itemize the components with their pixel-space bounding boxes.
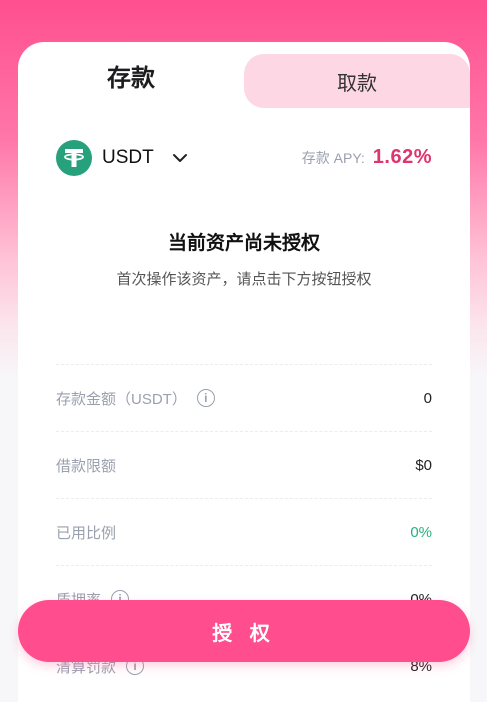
tab-deposit-label: 存款 [107, 64, 155, 92]
info-value: $0 [415, 456, 432, 474]
info-value: 0% [410, 523, 432, 541]
asset-selector[interactable]: USDT [56, 140, 188, 176]
info-icon[interactable]: i [196, 389, 215, 407]
deposit-apy: 存款 APY: 1.62% [302, 146, 432, 169]
chevron-down-icon [172, 150, 188, 166]
apy-label: 存款 APY: [301, 150, 365, 166]
authorization-notice-title: 当前资产尚未授权 [167, 233, 320, 254]
info-label: 存款金额（USDT） [56, 390, 187, 408]
tether-icon [56, 140, 92, 176]
apy-value: 1.62% [372, 146, 432, 168]
tab-withdraw-label: 取款 [337, 72, 377, 95]
info-label: 借款限额 [56, 457, 117, 475]
info-row-used-ratio: 已用比例 0% [56, 520, 432, 544]
divider [56, 498, 432, 499]
info-row-borrow-limit: 借款限额 $0 [56, 453, 432, 477]
asset-symbol: USDT [102, 147, 154, 168]
authorize-button-label: 授 权 [212, 622, 276, 645]
tab-deposit[interactable]: 存款 [18, 42, 244, 108]
authorization-notice-subtitle: 首次操作该资产，请点击下方按钮授权 [116, 271, 372, 288]
authorize-button[interactable]: 授 权 [18, 600, 470, 662]
info-value: 0 [423, 389, 432, 407]
divider [56, 431, 432, 432]
divider [56, 565, 432, 566]
tab-withdraw[interactable]: 取款 [244, 54, 470, 108]
info-label: 已用比例 [56, 524, 117, 542]
divider [56, 364, 432, 365]
info-row-deposit-amount: 存款金额（USDT） i 0 [56, 386, 432, 410]
